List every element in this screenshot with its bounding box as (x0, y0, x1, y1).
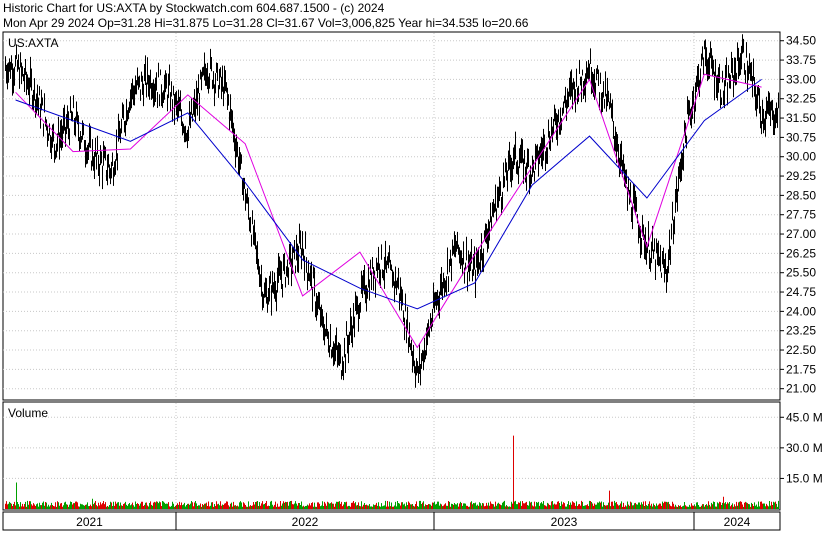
price-tick-label: 27.00 (786, 227, 816, 241)
price-tick-label: 22.50 (786, 343, 816, 357)
price-tick-label: 29.25 (786, 169, 816, 183)
price-tick-label: 32.25 (786, 92, 816, 106)
price-tick-label: 30.75 (786, 130, 816, 144)
price-tick-label: 27.75 (786, 208, 816, 222)
x-axis-frame (2, 511, 781, 531)
price-tick-label: 28.50 (786, 188, 816, 202)
x-axis-year-label: 2021 (76, 515, 103, 529)
stock-chart: 34.50 33.75 33.00 32.25 31.50 30.75 30.00 29.25… (2, 31, 823, 531)
x-axis-year-label: 2022 (292, 515, 319, 529)
volume-tick-label: 30.0 M (786, 441, 823, 455)
price-tick-label: 24.75 (786, 285, 816, 299)
price-tick-label: 31.50 (786, 111, 816, 125)
volume-tick-label: 15.0 M (786, 471, 823, 485)
volume-panel-title: Volume (8, 406, 48, 420)
symbol-label: US:AXTA (8, 36, 58, 50)
x-axis-year-label: 2023 (551, 515, 578, 529)
price-tick-label: 34.50 (786, 34, 816, 48)
price-tick-label: 23.25 (786, 324, 816, 338)
price-tick-label: 24.00 (786, 304, 816, 318)
price-tick-label: 21.00 (786, 382, 816, 396)
price-axis-ticks: 34.50 33.75 33.00 32.25 31.50 30.75 30.00 29.25… (780, 34, 816, 396)
volume-tick-label: 45.0 M (786, 410, 823, 424)
price-tick-label: 21.75 (786, 362, 816, 376)
price-tick-label: 25.50 (786, 266, 816, 280)
volume-axis-ticks: 45.0 M 30.0 M 15.0 M (780, 410, 823, 485)
price-tick-label: 30.00 (786, 150, 816, 164)
price-panel-frame (2, 31, 781, 401)
price-tick-label: 33.00 (786, 72, 816, 86)
x-axis-year-label: 2024 (724, 515, 751, 529)
price-tick-label: 33.75 (786, 53, 816, 67)
volume-panel-frame (2, 401, 781, 511)
price-tick-label: 26.25 (786, 246, 816, 260)
